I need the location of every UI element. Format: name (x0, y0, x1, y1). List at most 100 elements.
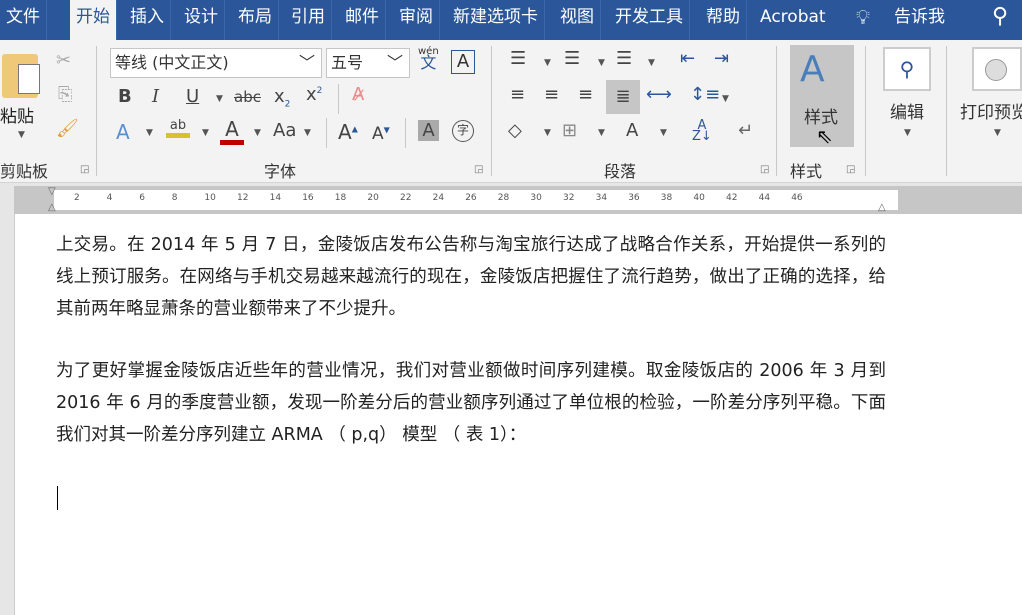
share-user-icon[interactable]: ⚲ (992, 4, 1008, 29)
grow-font-icon[interactable]: A▲ (338, 120, 358, 144)
tab-design[interactable]: 设计 (178, 0, 225, 40)
print-preview-dropdown[interactable]: ▼ (994, 128, 1001, 138)
text-cursor (57, 486, 58, 510)
ruler-tick-label: 10 (204, 193, 216, 203)
font-color-dropdown[interactable]: ▼ (254, 128, 261, 138)
editing-button[interactable]: 编辑 (890, 98, 924, 123)
align-right-icon[interactable]: ≡ (578, 84, 593, 105)
borders-dropdown[interactable]: ▼ (598, 128, 605, 138)
line-spacing-icon[interactable]: ↕≡ (690, 84, 720, 105)
ruler-tick-label: 36 (628, 193, 640, 203)
increase-indent-icon[interactable]: ⇥ (714, 48, 729, 69)
paragraph-1: 上交易。在 2014 年 5 月 7 日，金陵饭店发布公告称与淘宝旅行达成了战略… (56, 235, 886, 319)
text-effects-icon[interactable]: A (116, 120, 130, 144)
tab-developer[interactable]: 开发工具 (609, 0, 690, 40)
document-page[interactable]: 上交易。在 2014 年 5 月 7 日，金陵饭店发布公告称与淘宝旅行达成了战略… (14, 214, 1022, 615)
tab-help[interactable]: 帮助 (700, 0, 747, 40)
highlight-dropdown[interactable]: ▼ (202, 128, 209, 138)
superscript-icon[interactable]: x2 (306, 84, 322, 105)
sort-icon[interactable]: A Z↓ (692, 119, 712, 143)
format-painter-icon[interactable]: 🖌︎ (56, 118, 79, 139)
horizontal-ruler[interactable]: ▽ △ △ 2 4 6 8 10 12 14 16 18 20 22 24 26 28 30 32 34 36 38… (14, 186, 1022, 214)
tab-insert[interactable]: 插入 (124, 0, 171, 40)
numbering-dropdown[interactable]: ▼ (598, 58, 605, 68)
tab-file[interactable]: 文件 (0, 0, 47, 40)
borders-icon[interactable]: ⊞ (562, 120, 577, 141)
multilevel-list-icon[interactable]: ☰ (616, 48, 632, 69)
ruler-tick-label: 38 (660, 193, 673, 203)
tab-new[interactable]: 新建选项卡 (447, 0, 545, 40)
paste-icon[interactable] (2, 54, 40, 98)
tab-view[interactable]: 视图 (554, 0, 601, 40)
bullets-dropdown[interactable]: ▼ (544, 58, 551, 68)
change-case-icon[interactable]: Aa (273, 120, 296, 141)
shrink-font-icon[interactable]: A▼ (372, 124, 390, 144)
underline-dropdown[interactable]: ▼ (216, 94, 223, 104)
character-shading-icon[interactable]: A (418, 120, 439, 141)
tab-layout[interactable]: 布局 (232, 0, 279, 40)
numbering-icon[interactable]: ☰ (564, 48, 580, 69)
ribbon-tab-bar: 文件 开始 插入 设计 布局 引用 邮件 审阅 新建选项卡 视图 开发工具 帮助… (0, 0, 1022, 40)
text-effects-dropdown[interactable]: ▼ (146, 128, 153, 138)
left-margin-bar (0, 214, 14, 615)
distributed-icon[interactable]: ⟷ (646, 84, 672, 105)
ruler-tick-label: 34 (595, 193, 608, 203)
tab-review[interactable]: 审阅 (393, 0, 440, 40)
styles-group-label: 样式 (790, 162, 823, 181)
font-name-select[interactable]: 等线 (中文正文) ﹀ (110, 48, 322, 78)
clipboard-group-label: 剪贴板 (0, 162, 49, 181)
styles-launcher-icon[interactable]: ◲ (846, 164, 855, 175)
tab-acrobat[interactable]: Acrobat (754, 0, 832, 40)
ruler-tick-label: 20 (367, 193, 379, 203)
justify-icon[interactable]: ≣ (606, 80, 640, 114)
show-marks-icon[interactable]: ↵ (738, 120, 753, 141)
first-line-indent-marker[interactable]: ▽ (48, 186, 56, 197)
ruler-tick-label: 2 (74, 193, 80, 203)
ruler-tick-label: 28 (497, 193, 510, 203)
ruler-tick-label: 32 (563, 193, 575, 203)
shading-icon[interactable]: ◇ (508, 120, 522, 141)
strikethrough-icon[interactable]: abc (234, 88, 261, 106)
right-indent-marker[interactable]: △ (878, 202, 886, 213)
hanging-indent-marker[interactable]: △ (48, 202, 56, 213)
tab-mailings[interactable]: 邮件 (339, 0, 386, 40)
underline-icon[interactable]: U (186, 86, 199, 107)
change-case-dropdown[interactable]: ▼ (304, 128, 311, 138)
ruler-tick-label: 8 (171, 193, 178, 203)
italic-icon[interactable]: I (152, 86, 159, 107)
paste-button[interactable]: 粘贴 (0, 102, 34, 127)
tab-home[interactable]: 开始 (70, 0, 117, 40)
ruler-tick-label: 40 (693, 193, 705, 203)
paste-dropdown[interactable]: ▼ (18, 130, 25, 140)
bold-icon[interactable]: B (118, 86, 132, 107)
clear-formatting-icon[interactable]: A̷ (352, 84, 364, 105)
decrease-indent-icon[interactable]: ⇤ (680, 48, 695, 69)
paragraph-launcher-icon[interactable]: ◲ (760, 164, 769, 175)
font-color-icon[interactable]: A (220, 118, 244, 145)
editing-dropdown[interactable]: ▼ (904, 128, 911, 138)
character-border-icon[interactable]: A (451, 50, 475, 74)
font-launcher-icon[interactable]: ◲ (474, 164, 483, 175)
highlight-icon[interactable]: ab (166, 118, 190, 138)
subscript-icon[interactable]: x2 (274, 86, 290, 110)
cut-icon[interactable]: ✂ (56, 50, 71, 71)
copy-icon[interactable]: ⎘ (58, 84, 72, 105)
find-icon[interactable]: ⚲ (883, 47, 931, 91)
paragraph-2: 为了更好掌握金陵饭店近些年的营业情况，我们对营业额做时间序列建模。取金陵饭店的 … (56, 361, 886, 445)
line-spacing-dropdown[interactable]: ▼ (722, 94, 729, 104)
tell-me-search[interactable]: 告诉我 (894, 0, 945, 34)
enclose-characters-icon[interactable]: 字 (452, 120, 474, 142)
asian-layout-dropdown[interactable]: ▼ (660, 128, 667, 138)
phonetic-guide-button[interactable]: wén 文 (418, 46, 439, 71)
align-left-icon[interactable]: ≡ (510, 84, 525, 105)
print-preview-icon[interactable] (972, 47, 1022, 91)
font-size-select[interactable]: 五号 ﹀ (326, 48, 410, 78)
asian-layout-icon[interactable]: A (626, 120, 638, 141)
bullets-icon[interactable]: ☰ (510, 48, 526, 69)
align-center-icon[interactable]: ≡ (544, 84, 559, 105)
shading-dropdown[interactable]: ▼ (544, 128, 551, 138)
multilevel-list-dropdown[interactable]: ▼ (648, 58, 655, 68)
tab-references[interactable]: 引用 (285, 0, 332, 40)
clipboard-launcher-icon[interactable]: ◲ (80, 164, 89, 175)
print-preview-button[interactable]: 打印预览 (960, 98, 1022, 123)
